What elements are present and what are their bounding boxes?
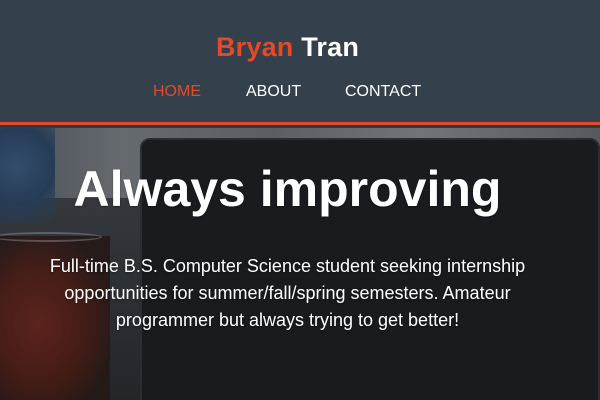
hero-description-line: opportunities for summer/fall/spring sem…: [64, 283, 511, 303]
site-header: Bryan Tran HOME ABOUT CONTACT: [0, 0, 600, 125]
nav-home-link[interactable]: HOME: [153, 83, 201, 101]
hero-description-line: programmer but always trying to get bett…: [115, 310, 460, 330]
hero-description: Full-time B.S. Computer Science student …: [20, 253, 555, 334]
nav-contact-link[interactable]: CONTACT: [345, 83, 421, 101]
hero-section: Always improving Full-time B.S. Computer…: [0, 128, 600, 400]
hero-description-line: Full-time B.S. Computer Science student …: [49, 256, 526, 276]
hero-title: Always improving: [73, 161, 502, 217]
site-brand[interactable]: Bryan Tran: [0, 32, 575, 63]
brand-first-name[interactable]: Bryan: [216, 32, 294, 62]
brand-last-name[interactable]: Tran: [301, 32, 359, 62]
nav-about-link[interactable]: ABOUT: [246, 83, 301, 101]
main-nav: HOME ABOUT CONTACT: [0, 83, 600, 103]
